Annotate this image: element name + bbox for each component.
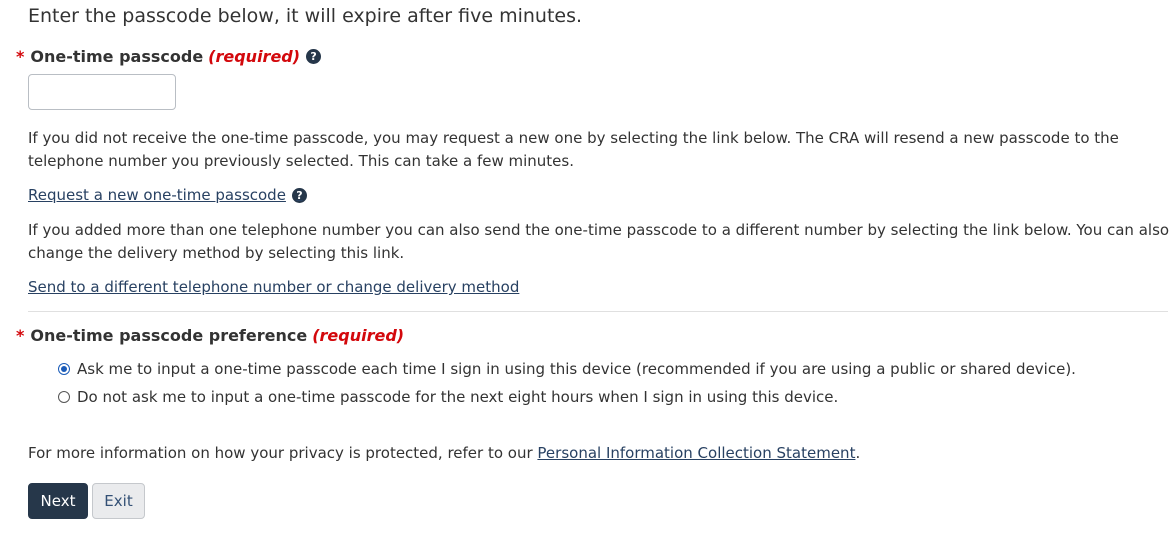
passcode-label: * One-time passcode (required) ? bbox=[16, 47, 322, 66]
radio-option-ask-each-time[interactable]: Ask me to input a one-time passcode each… bbox=[58, 360, 1076, 378]
radio-button[interactable] bbox=[58, 391, 70, 403]
required-marker: * bbox=[16, 47, 25, 66]
different-number-paragraph: If you added more than one telephone num… bbox=[28, 221, 1170, 262]
question-circle-icon[interactable]: ? bbox=[291, 187, 307, 203]
required-text: (required) bbox=[208, 47, 301, 66]
request-new-passcode-link[interactable]: Request a new one-time passcode ? bbox=[28, 186, 307, 204]
different-number-link[interactable]: Send to a different telephone number or … bbox=[28, 278, 519, 296]
passcode-label-text: One-time passcode bbox=[30, 47, 204, 66]
section-divider bbox=[28, 311, 1168, 312]
question-circle-icon[interactable]: ? bbox=[306, 49, 322, 64]
passcode-input[interactable] bbox=[28, 74, 176, 110]
radio-option-eight-hours[interactable]: Do not ask me to input a one-time passco… bbox=[58, 388, 838, 406]
radio-button-selected[interactable] bbox=[58, 363, 70, 375]
next-button[interactable]: Next bbox=[28, 483, 88, 519]
required-text: (required) bbox=[312, 326, 405, 345]
request-new-passcode-link-text[interactable]: Request a new one-time passcode bbox=[28, 186, 286, 204]
radio-option-label[interactable]: Ask me to input a one-time passcode each… bbox=[77, 360, 1076, 378]
preference-label: * One-time passcode preference (required… bbox=[16, 326, 404, 345]
preference-label-text: One-time passcode preference bbox=[30, 326, 308, 345]
privacy-text-end: . bbox=[855, 444, 861, 462]
privacy-text: For more information on how your privacy… bbox=[28, 444, 538, 462]
privacy-statement-link[interactable]: Personal Information Collection Statemen… bbox=[537, 444, 855, 462]
page-intro: Enter the passcode below, it will expire… bbox=[28, 5, 583, 27]
radio-option-label[interactable]: Do not ask me to input a one-time passco… bbox=[77, 388, 838, 406]
required-marker: * bbox=[16, 326, 25, 345]
exit-button[interactable]: Exit bbox=[92, 483, 145, 519]
privacy-statement: For more information on how your privacy… bbox=[28, 444, 860, 462]
resend-paragraph: If you did not receive the one-time pass… bbox=[28, 129, 1119, 170]
